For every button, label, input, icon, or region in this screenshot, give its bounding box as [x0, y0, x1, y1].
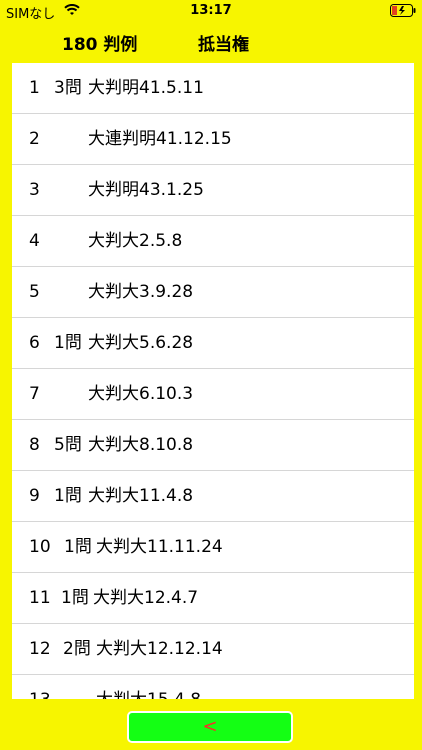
row-number: 11	[29, 588, 51, 608]
row-number: 8	[29, 435, 40, 455]
case-citation: 大判明43.1.25	[88, 180, 204, 200]
list-item[interactable]: 4 大判大2.5.8	[12, 216, 414, 267]
case-citation: 大判大11.4.8	[88, 486, 194, 506]
list-item[interactable]: 13 大判大15.4.8	[12, 675, 414, 699]
list-item[interactable]: 5 大判大3.9.28	[12, 267, 414, 318]
question-count: 5問	[54, 435, 82, 455]
case-list[interactable]: 1 3問 大判明41.5.11 2 大連判明41.12.15 3 大判明43.1…	[12, 63, 414, 699]
question-count: 3問	[54, 78, 82, 98]
list-item[interactable]: 7 大判大6.10.3	[12, 369, 414, 420]
case-citation: 大判大12.4.7	[93, 588, 199, 608]
case-citation: 大判大15.4.8	[96, 675, 201, 699]
page-title: 180 判例	[62, 35, 138, 55]
case-citation: 大判大8.10.8	[88, 435, 194, 455]
status-time: 13:17	[190, 3, 232, 18]
row-number: 1	[29, 78, 40, 98]
list-item[interactable]: 2 大連判明41.12.15	[12, 114, 414, 165]
row-number: 5	[29, 282, 40, 302]
list-item[interactable]: 6 1問 大判大5.6.28	[12, 318, 414, 369]
list-item[interactable]: 12 2問 大判大12.12.14	[12, 624, 414, 675]
list-item[interactable]: 1 3問 大判明41.5.11	[12, 63, 414, 114]
row-number: 9	[29, 486, 40, 506]
row-number: 4	[29, 231, 40, 251]
category-title: 抵当権	[198, 35, 249, 55]
question-count: 2問	[63, 639, 91, 659]
row-number: 2	[29, 129, 40, 149]
row-number: 3	[29, 180, 40, 200]
back-button[interactable]: <	[127, 711, 293, 743]
case-citation: 大判大6.10.3	[88, 384, 194, 404]
row-number: 7	[29, 384, 40, 404]
status-bar: SIMなし 13:17	[0, 0, 422, 22]
list-item[interactable]: 3 大判明43.1.25	[12, 165, 414, 216]
case-citation: 大判大11.11.24	[96, 537, 223, 557]
case-citation: 大判大5.6.28	[88, 333, 194, 353]
question-count: 1問	[61, 588, 89, 608]
row-number: 10	[29, 537, 51, 557]
row-number: 13	[29, 675, 51, 699]
case-citation: 大判大12.12.14	[96, 639, 223, 659]
list-item[interactable]: 11 1問 大判大12.4.7	[12, 573, 414, 624]
battery-icon	[390, 4, 416, 21]
list-item[interactable]: 9 1問 大判大11.4.8	[12, 471, 414, 522]
case-citation: 大判大2.5.8	[88, 231, 183, 251]
case-citation: 大判明41.5.11	[88, 78, 204, 98]
title-bar: 180 判例 抵当権	[0, 26, 422, 58]
row-number: 12	[29, 639, 51, 659]
list-item[interactable]: 8 5問 大判大8.10.8	[12, 420, 414, 471]
case-citation: 大連判明41.12.15	[88, 129, 232, 149]
list-item[interactable]: 10 1問 大判大11.11.24	[12, 522, 414, 573]
row-number: 6	[29, 333, 40, 353]
question-count: 1問	[64, 537, 92, 557]
case-citation: 大判大3.9.28	[88, 282, 194, 302]
question-count: 1問	[54, 486, 82, 506]
question-count: 1問	[54, 333, 82, 353]
